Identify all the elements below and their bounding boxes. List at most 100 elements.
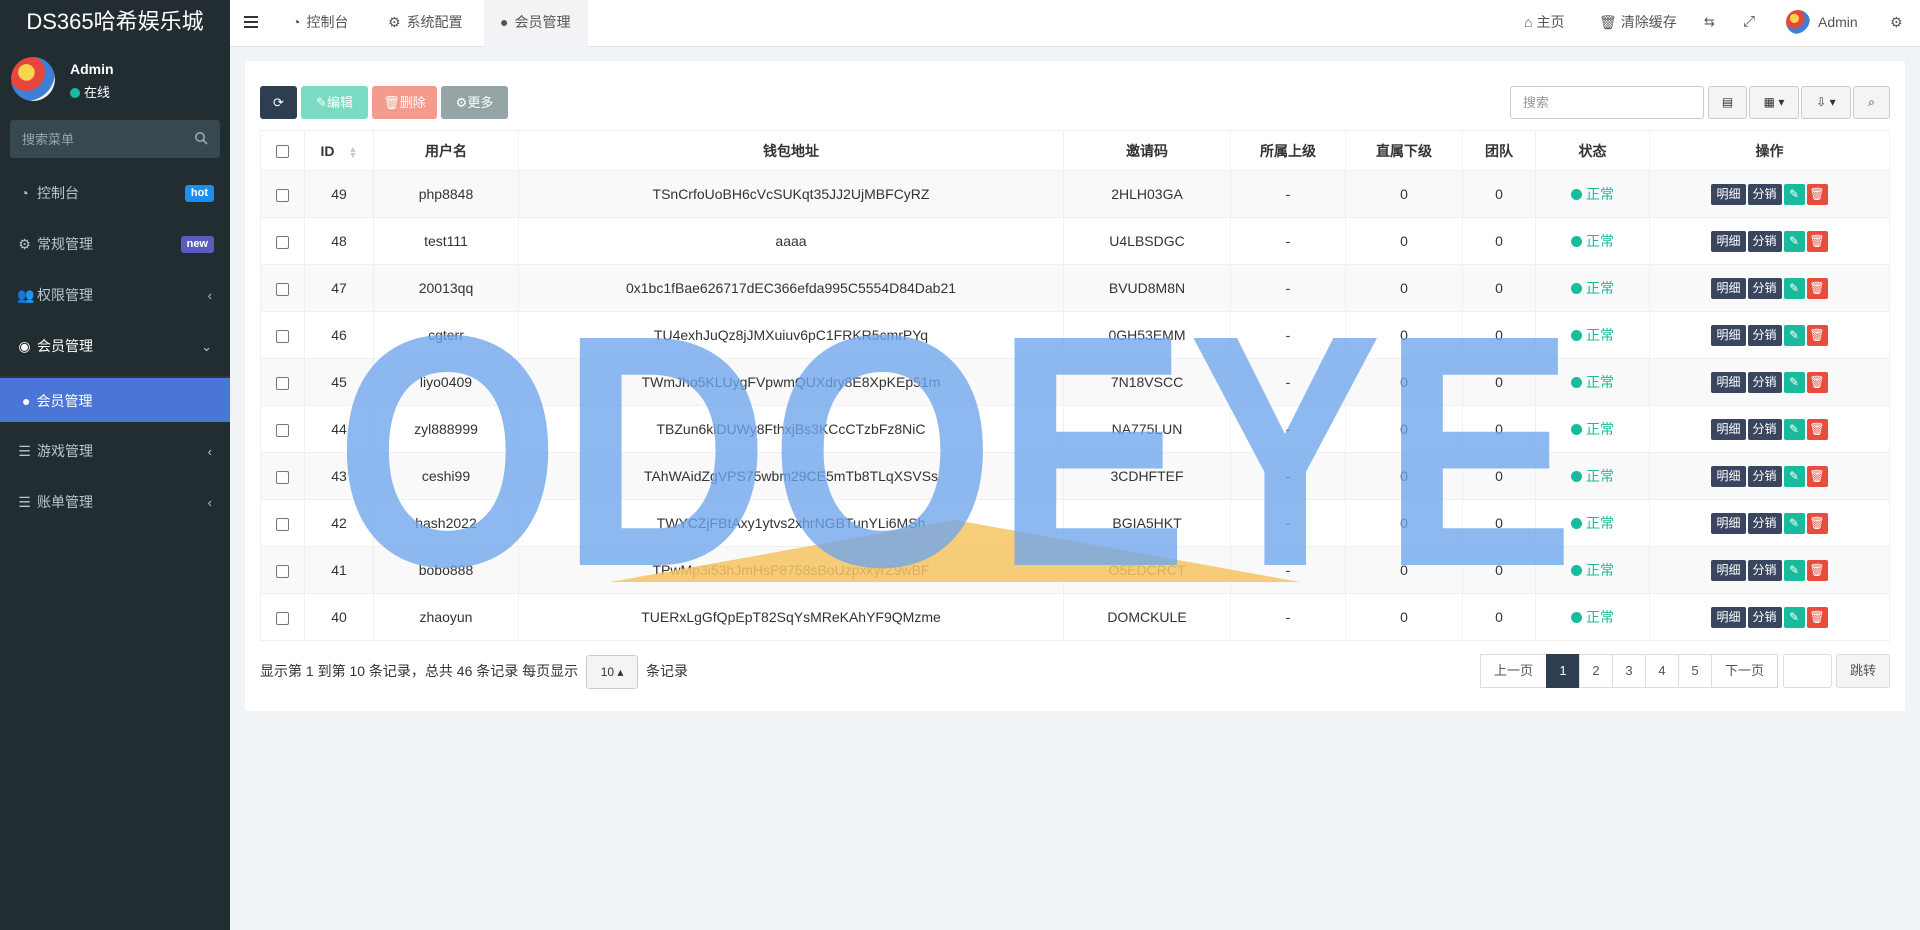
prev-page-button[interactable]: 上一页 [1480,654,1547,688]
advanced-search-button[interactable]: ⌕ [1853,86,1890,119]
sidebar-search-input[interactable] [10,120,220,158]
clear-cache-button[interactable]: 🗑 清除缓存 [1599,0,1677,44]
row-checkbox[interactable] [276,423,289,437]
sidebar-subitem-members[interactable]: ● 会员管理 [0,376,230,422]
distribution-button[interactable]: 分销 [1747,559,1782,581]
distribution-button[interactable]: 分销 [1747,230,1782,252]
row-checkbox[interactable] [276,188,289,202]
delete-row-button[interactable]: 🗑 [1806,606,1828,628]
page-size-dropdown[interactable]: 10 ▴ [586,655,639,690]
brand-title[interactable]: DS365哈希娱乐城 [0,0,230,44]
delete-row-button[interactable]: 🗑 [1806,183,1828,205]
refresh-button[interactable]: ⟳ [260,86,297,119]
row-checkbox[interactable] [276,470,289,484]
trash-icon: 🗑 [1809,562,1825,577]
row-checkbox[interactable] [276,517,289,531]
detail-button[interactable]: 明细 [1711,324,1746,346]
cell-status: 正常 [1535,499,1650,547]
edit-row-button[interactable]: ✎ [1783,418,1805,440]
page-2-button[interactable]: 2 [1579,654,1613,688]
tab-dashboard[interactable]: ◔ 控制台 [292,0,380,47]
tab-members[interactable]: ● 会员管理 [484,0,588,47]
status-badge: 正常 [1571,186,1614,202]
cell-username: 20013qq [373,264,519,312]
edit-button[interactable]: ✎编辑 [301,86,368,119]
home-link[interactable]: ⌂ 主页 [1524,0,1564,44]
edit-row-button[interactable]: ✎ [1783,606,1805,628]
search-icon[interactable] [194,131,208,145]
detail-button[interactable]: 明细 [1711,277,1746,299]
edit-row-button[interactable]: ✎ [1783,465,1805,487]
distribution-button[interactable]: 分销 [1747,277,1782,299]
table-row: 42 hash2022 TWYCZjFBtAxy1ytvs2xhrNGBTunYLi… [260,499,1890,547]
edit-row-button[interactable]: ✎ [1783,512,1805,534]
next-page-button[interactable]: 下一页 [1711,654,1778,688]
distribution-button[interactable]: 分销 [1747,418,1782,440]
distribution-button[interactable]: 分销 [1747,606,1782,628]
delete-row-button[interactable]: 🗑 [1806,277,1828,299]
distribution-button[interactable]: 分销 [1747,324,1782,346]
avatar [11,57,55,101]
sidebar-item-members[interactable]: ◉ 会员管理 ⌄ [0,321,230,372]
sidebar-item-bills[interactable]: ☰ 账单管理 ‹ [0,477,230,528]
hamburger-icon[interactable] [244,15,258,29]
jump-button[interactable]: 跳转 [1836,654,1890,688]
detail-button[interactable]: 明细 [1711,606,1746,628]
delete-row-button[interactable]: 🗑 [1806,230,1828,252]
edit-row-button[interactable]: ✎ [1783,324,1805,346]
page-3-button[interactable]: 3 [1612,654,1646,688]
col-id[interactable]: ID ▲ ▼ [304,130,374,171]
detail-button[interactable]: 明细 [1711,183,1746,205]
edit-row-button[interactable]: ✎ [1783,371,1805,393]
row-checkbox[interactable] [276,564,289,578]
tab-system-config[interactable]: ⚙ 系统配置 [388,0,488,47]
detail-button[interactable]: 明细 [1711,559,1746,581]
translate-icon[interactable]: ⇆ [1704,0,1715,44]
detail-button[interactable]: 明细 [1711,512,1746,534]
delete-button[interactable]: 🗑删除 [372,86,437,119]
distribution-button[interactable]: 分销 [1747,371,1782,393]
distribution-button[interactable]: 分销 [1747,465,1782,487]
table-search-input[interactable] [1510,86,1704,119]
delete-row-button[interactable]: 🗑 [1806,418,1828,440]
user-menu[interactable]: Admin [1786,0,1858,44]
page-5-button[interactable]: 5 [1678,654,1712,688]
toggle-view-button[interactable]: ▤ [1708,86,1747,119]
sidebar-item-games[interactable]: ☰ 游戏管理 ‹ [0,426,230,477]
row-checkbox[interactable] [276,235,289,249]
row-checkbox[interactable] [276,611,289,625]
row-checkbox[interactable] [276,376,289,390]
columns-button[interactable]: ▦ ▾ [1749,86,1799,119]
delete-row-button[interactable]: 🗑 [1806,512,1828,534]
edit-row-button[interactable]: ✎ [1783,183,1805,205]
distribution-button[interactable]: 分销 [1747,512,1782,534]
group-icon: 👥 [17,287,35,303]
user-icon: ● [22,393,31,409]
edit-row-button[interactable]: ✎ [1783,277,1805,299]
edit-row-button[interactable]: ✎ [1783,559,1805,581]
delete-row-button[interactable]: 🗑 [1806,559,1828,581]
edit-row-button[interactable]: ✎ [1783,230,1805,252]
sidebar-item-general[interactable]: ⚙ 常规管理 new [0,219,230,270]
more-button[interactable]: ⚙更多 [441,86,508,119]
row-checkbox[interactable] [276,282,289,296]
detail-button[interactable]: 明细 [1711,371,1746,393]
select-all-checkbox[interactable] [276,145,289,159]
distribution-button[interactable]: 分销 [1747,183,1782,205]
delete-row-button[interactable]: 🗑 [1806,371,1828,393]
detail-button[interactable]: 明细 [1711,418,1746,440]
sidebar-item-dashboard[interactable]: ◔ 控制台 hot [0,168,230,219]
sidebar-item-permissions[interactable]: 👥 权限管理 ‹ [0,270,230,321]
jump-page-input[interactable] [1783,654,1832,688]
delete-row-button[interactable]: 🗑 [1806,324,1828,346]
page-1-button[interactable]: 1 [1546,654,1580,688]
delete-row-button[interactable]: 🗑 [1806,465,1828,487]
fullscreen-icon[interactable]: ⤢ [1743,0,1755,44]
page-4-button[interactable]: 4 [1645,654,1679,688]
export-button[interactable]: ⇩ ▾ [1801,86,1851,119]
detail-button[interactable]: 明细 [1711,465,1746,487]
row-checkbox[interactable] [276,329,289,343]
detail-button[interactable]: 明细 [1711,230,1746,252]
user-icon: ● [500,14,509,30]
settings-icon[interactable]: ⚙ [1890,0,1903,44]
